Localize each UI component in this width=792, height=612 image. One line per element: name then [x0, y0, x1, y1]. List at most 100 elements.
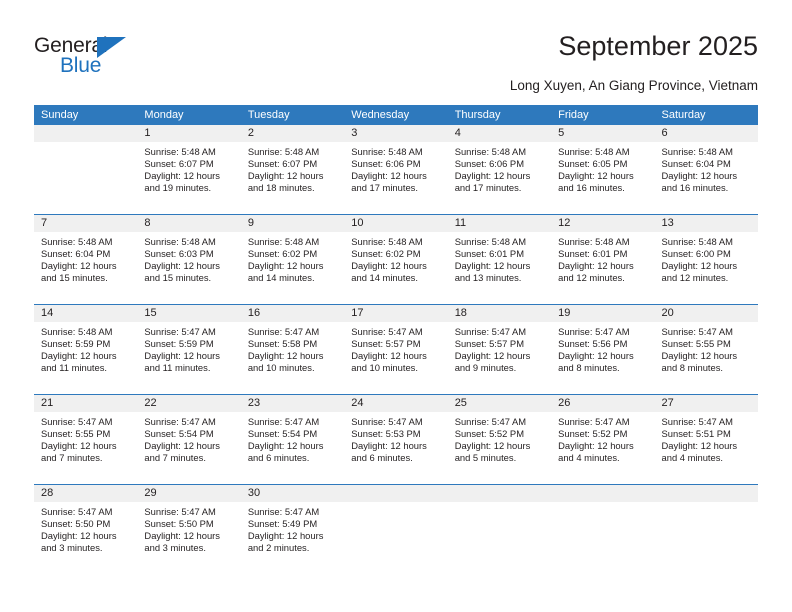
day-number[interactable]: 1 [137, 125, 240, 142]
day-cell[interactable]: Sunrise: 5:48 AM Sunset: 6:06 PM Daylight:… [448, 142, 551, 214]
day-cell[interactable]: Sunrise: 5:47 AM Sunset: 5:50 PM Daylight:… [137, 502, 240, 574]
day-number[interactable]: 8 [137, 215, 240, 232]
day-cell-empty [34, 142, 137, 214]
sunrise-text: Sunrise: 5:47 AM [144, 326, 216, 337]
day-cell[interactable]: Sunrise: 5:48 AM Sunset: 6:01 PM Daylight:… [551, 232, 654, 304]
day-cell[interactable]: Sunrise: 5:48 AM Sunset: 6:01 PM Daylight:… [448, 232, 551, 304]
weekday-header-row: Sunday Monday Tuesday Wednesday Thursday Frid… [34, 105, 758, 125]
daylight-text-line1: Daylight: 12 hours [351, 350, 427, 362]
sunrise-text: Sunrise: 5:48 AM [454, 146, 527, 157]
day-number[interactable]: 3 [344, 125, 447, 142]
day-number[interactable]: 22 [137, 395, 240, 412]
day-number[interactable]: 28 [34, 485, 137, 502]
sunrise-text: Sunrise: 5:48 AM [247, 146, 320, 157]
day-number[interactable]: 5 [551, 125, 654, 142]
sunset-text: Sunset: 6:07 PM [144, 158, 214, 170]
day-number[interactable]: 12 [551, 215, 654, 232]
day-cell[interactable]: Sunrise: 5:48 AM Sunset: 6:05 PM Daylight:… [551, 142, 654, 214]
daylight-text-line2: and 5 minutes. [454, 452, 517, 464]
day-number[interactable]: 9 [241, 215, 344, 232]
day-number[interactable]: 6 [655, 125, 758, 142]
day-cell[interactable]: Sunrise: 5:47 AM Sunset: 5:57 PM Daylight:… [344, 322, 447, 394]
day-cell[interactable]: Sunrise: 5:47 AM Sunset: 5:54 PM Daylight:… [241, 412, 344, 484]
day-cell[interactable]: Sunrise: 5:47 AM Sunset: 5:51 PM Daylight:… [655, 412, 758, 484]
day-number[interactable]: 17 [344, 305, 447, 322]
daylight-text-line2: and 3 minutes. [144, 542, 206, 554]
sunset-text: Sunset: 6:07 PM [247, 158, 318, 170]
day-cell[interactable]: Sunrise: 5:48 AM Sunset: 6:07 PM Daylight:… [241, 142, 344, 214]
day-number-band: 28 29 30 [34, 485, 758, 502]
day-cell[interactable]: Sunrise: 5:47 AM Sunset: 5:53 PM Daylight:… [344, 412, 447, 484]
daylight-text-line2: and 10 minutes. [351, 362, 418, 374]
sunset-text: Sunset: 6:03 PM [144, 248, 214, 260]
daylight-text-line1: Daylight: 12 hours [558, 350, 634, 362]
day-detail-band: Sunrise: 5:48 AM Sunset: 6:07 PM Daylight:… [34, 142, 758, 214]
day-number[interactable]: 19 [551, 305, 654, 322]
day-cell[interactable]: Sunrise: 5:47 AM Sunset: 5:59 PM Daylight:… [137, 322, 240, 394]
weekday-header-sunday: Sunday [41, 109, 79, 121]
day-cell[interactable]: Sunrise: 5:48 AM Sunset: 6:02 PM Daylight:… [344, 232, 447, 304]
day-number[interactable]: 18 [448, 305, 551, 322]
day-number[interactable]: 21 [34, 395, 137, 412]
daylight-text-line1: Daylight: 12 hours [144, 440, 220, 452]
day-number[interactable]: 4 [448, 125, 551, 142]
daylight-text-line1: Daylight: 12 hours [41, 260, 117, 272]
day-number[interactable]: 16 [241, 305, 344, 322]
page-header: General Blue September 2025 Long Xuyen, … [0, 0, 792, 104]
daylight-text-line2: and 14 minutes. [351, 272, 418, 284]
day-cell[interactable]: Sunrise: 5:48 AM Sunset: 5:59 PM Daylight:… [34, 322, 137, 394]
daylight-text-line1: Daylight: 12 hours [41, 350, 117, 362]
day-number[interactable]: 24 [344, 395, 447, 412]
day-cell[interactable]: Sunrise: 5:47 AM Sunset: 5:55 PM Daylight:… [655, 322, 758, 394]
day-number[interactable]: 20 [655, 305, 758, 322]
day-cell[interactable]: Sunrise: 5:47 AM Sunset: 5:55 PM Daylight:… [34, 412, 137, 484]
general-blue-logo[interactable]: General Blue [34, 34, 154, 82]
day-number[interactable]: 23 [241, 395, 344, 412]
day-number[interactable]: 15 [137, 305, 240, 322]
day-cell[interactable]: Sunrise: 5:48 AM Sunset: 6:04 PM Daylight:… [34, 232, 137, 304]
day-cell[interactable]: Sunrise: 5:48 AM Sunset: 6:00 PM Daylight:… [655, 232, 758, 304]
day-cell[interactable]: Sunrise: 5:48 AM Sunset: 6:07 PM Daylight:… [137, 142, 240, 214]
sunset-text: Sunset: 5:58 PM [247, 338, 318, 350]
day-number[interactable]: 14 [34, 305, 137, 322]
daylight-text-line1: Daylight: 12 hours [661, 350, 738, 362]
day-number-empty [344, 485, 447, 502]
daylight-text-line2: and 13 minutes. [454, 272, 522, 284]
day-number[interactable]: 10 [344, 215, 447, 232]
sunset-text: Sunset: 5:54 PM [144, 428, 214, 440]
day-number[interactable]: 7 [34, 215, 137, 232]
day-cell-empty [344, 502, 447, 574]
day-number[interactable]: 26 [551, 395, 654, 412]
day-cell[interactable]: Sunrise: 5:48 AM Sunset: 6:03 PM Daylight:… [137, 232, 240, 304]
day-number[interactable]: 25 [448, 395, 551, 412]
day-number-empty [448, 485, 551, 502]
day-number[interactable]: 11 [448, 215, 551, 232]
day-cell[interactable]: Sunrise: 5:48 AM Sunset: 6:02 PM Daylight:… [241, 232, 344, 304]
day-cell[interactable]: Sunrise: 5:47 AM Sunset: 5:54 PM Daylight:… [137, 412, 240, 484]
day-number[interactable]: 2 [241, 125, 344, 142]
day-number[interactable]: 29 [137, 485, 240, 502]
day-cell[interactable]: Sunrise: 5:47 AM Sunset: 5:58 PM Daylight:… [241, 322, 344, 394]
day-number[interactable]: 27 [655, 395, 758, 412]
day-number[interactable]: 13 [655, 215, 758, 232]
day-cell[interactable]: Sunrise: 5:47 AM Sunset: 5:56 PM Daylight:… [551, 322, 654, 394]
day-cell[interactable]: Sunrise: 5:47 AM Sunset: 5:50 PM Daylight:… [34, 502, 137, 574]
sunset-text: Sunset: 5:56 PM [558, 338, 628, 350]
daylight-text-line1: Daylight: 12 hours [144, 350, 220, 362]
sunset-text: Sunset: 6:05 PM [558, 158, 628, 170]
triangle-icon [97, 37, 126, 58]
daylight-text-line2: and 15 minutes. [144, 272, 212, 284]
day-cell[interactable]: Sunrise: 5:47 AM Sunset: 5:52 PM Daylight:… [551, 412, 654, 484]
daylight-text-line2: and 14 minutes. [247, 272, 315, 284]
day-cell[interactable]: Sunrise: 5:47 AM Sunset: 5:57 PM Daylight:… [448, 322, 551, 394]
day-number[interactable]: 30 [241, 485, 344, 502]
sunrise-text: Sunrise: 5:47 AM [247, 326, 320, 337]
day-cell[interactable]: Sunrise: 5:47 AM Sunset: 5:52 PM Daylight:… [448, 412, 551, 484]
day-cell[interactable]: Sunrise: 5:47 AM Sunset: 5:49 PM Daylight:… [241, 502, 344, 574]
day-cell[interactable]: Sunrise: 5:48 AM Sunset: 6:04 PM Daylight:… [655, 142, 758, 214]
day-cell[interactable]: Sunrise: 5:48 AM Sunset: 6:06 PM Daylight:… [344, 142, 447, 214]
sunrise-text: Sunrise: 5:48 AM [144, 236, 216, 247]
sunrise-text: Sunrise: 5:47 AM [454, 416, 527, 427]
day-number-empty [655, 485, 758, 502]
daylight-text-line1: Daylight: 12 hours [558, 440, 634, 452]
